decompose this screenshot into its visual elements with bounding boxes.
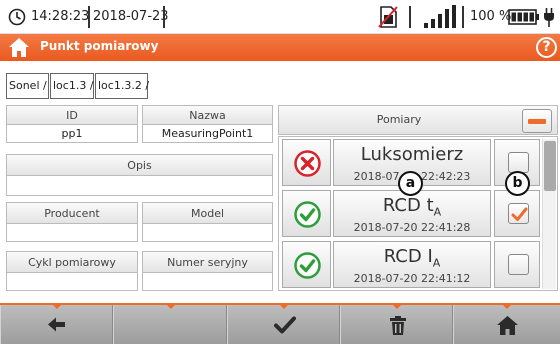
measurements-title: Pomiary	[376, 113, 422, 126]
scroll-thumb[interactable]	[544, 141, 556, 191]
status-divider	[88, 6, 90, 28]
measurement-subscript: A	[432, 256, 441, 270]
pass-icon	[294, 201, 321, 228]
numer-field[interactable]: Numer seryjny	[142, 251, 273, 291]
notch-marker	[165, 303, 177, 309]
deselect-all-button[interactable]	[522, 109, 552, 133]
measurement-datetime: 2018-07-20 22:41:12	[353, 272, 471, 285]
select-checkbox[interactable]	[508, 152, 529, 173]
id-value[interactable]: pp1	[6, 125, 138, 143]
minus-icon	[528, 119, 546, 124]
nazwa-field[interactable]: Nazwa MeasuringPoint1	[142, 105, 273, 143]
no-sim-icon	[378, 6, 398, 28]
confirm-button[interactable]	[227, 303, 340, 344]
measurement-name: Luksomierz	[360, 144, 464, 165]
opis-label: Opis	[6, 154, 273, 176]
breadcrumb-item[interactable]: loc1.3.2 /	[95, 73, 149, 99]
numer-label: Numer seryjny	[142, 251, 273, 273]
cykl-label: Cykl pomiarowy	[6, 251, 138, 273]
page-title: Punkt pomiarowy	[40, 39, 159, 53]
id-field[interactable]: ID pp1	[6, 105, 138, 143]
empty-button[interactable]	[113, 303, 227, 344]
status-bar: 14:28:23 2018-07-23 100 %	[0, 0, 560, 34]
select-cell[interactable]	[494, 241, 540, 288]
opis-value[interactable]	[6, 176, 273, 196]
select-cell[interactable]	[494, 190, 540, 237]
home-button[interactable]	[453, 303, 560, 344]
pass-icon	[294, 252, 321, 279]
battery-icon	[508, 9, 539, 25]
producent-label: Producent	[6, 202, 138, 224]
cykl-value[interactable]	[6, 273, 138, 291]
check-icon	[274, 316, 296, 334]
measurements-list[interactable]: Luksomierz 2018-07-20 22:42:23 RCD tA 20…	[278, 136, 558, 291]
trash-icon	[390, 316, 406, 335]
measurements-header: Pomiary	[278, 105, 558, 135]
select-checkbox[interactable]	[508, 254, 529, 275]
measurement-subscript: A	[433, 205, 442, 219]
notch-marker	[501, 303, 513, 309]
notch-marker	[391, 303, 403, 309]
model-value[interactable]	[142, 224, 273, 242]
nazwa-label: Nazwa	[142, 105, 273, 125]
checkmark-icon	[511, 207, 528, 221]
model-label: Model	[142, 202, 273, 224]
signal-icon	[424, 5, 456, 28]
status-divider	[409, 6, 411, 28]
home-icon[interactable]	[8, 37, 30, 58]
help-button[interactable]: ?	[536, 37, 557, 58]
plug-icon	[544, 8, 554, 27]
scrollbar[interactable]	[542, 139, 556, 289]
breadcrumb-item[interactable]: loc1.3 /	[50, 73, 94, 99]
breadcrumb-item[interactable]: Sonel /	[6, 73, 49, 99]
status-cell	[282, 190, 331, 237]
measurement-datetime: 2018-07-20 22:41:28	[353, 221, 471, 234]
title-bar: Punkt pomiarowy ?	[0, 34, 560, 61]
producent-value[interactable]	[6, 224, 138, 242]
measurement-info[interactable]: RCD tA 2018-07-20 22:41:28	[333, 190, 491, 237]
back-arrow-icon	[48, 317, 65, 332]
status-divider	[462, 6, 464, 28]
cykl-field[interactable]: Cykl pomiarowy	[6, 251, 138, 291]
status-divider	[163, 6, 165, 28]
producent-field[interactable]: Producent	[6, 202, 138, 242]
opis-field[interactable]: Opis	[6, 154, 273, 196]
numer-value[interactable]	[142, 273, 273, 291]
status-cell	[282, 139, 331, 186]
measurement-name: RCD IA	[383, 246, 441, 270]
notch-marker	[51, 303, 63, 309]
model-field[interactable]: Model	[142, 202, 273, 242]
status-time: 14:28:23	[31, 9, 90, 24]
back-button[interactable]	[0, 303, 113, 344]
nazwa-value[interactable]: MeasuringPoint1	[142, 125, 273, 143]
notch-marker	[278, 303, 290, 309]
home-icon	[497, 316, 518, 335]
measurement-name: RCD tA	[382, 195, 442, 219]
callout-b: b	[505, 171, 530, 196]
delete-button[interactable]	[340, 303, 453, 344]
id-label: ID	[6, 105, 138, 125]
callout-a: a	[398, 171, 423, 196]
status-cell	[282, 241, 331, 288]
measurement-row[interactable]: RCD IA 2018-07-20 22:41:12	[279, 239, 541, 289]
measurement-info[interactable]: RCD IA 2018-07-20 22:41:12	[333, 241, 491, 288]
clock-icon	[8, 8, 26, 26]
fail-icon	[294, 150, 321, 177]
select-checkbox-checked[interactable]	[508, 203, 529, 224]
battery-percent: 100 %	[470, 9, 512, 24]
bottom-toolbar	[0, 303, 560, 344]
status-date: 2018-07-23	[93, 9, 169, 24]
